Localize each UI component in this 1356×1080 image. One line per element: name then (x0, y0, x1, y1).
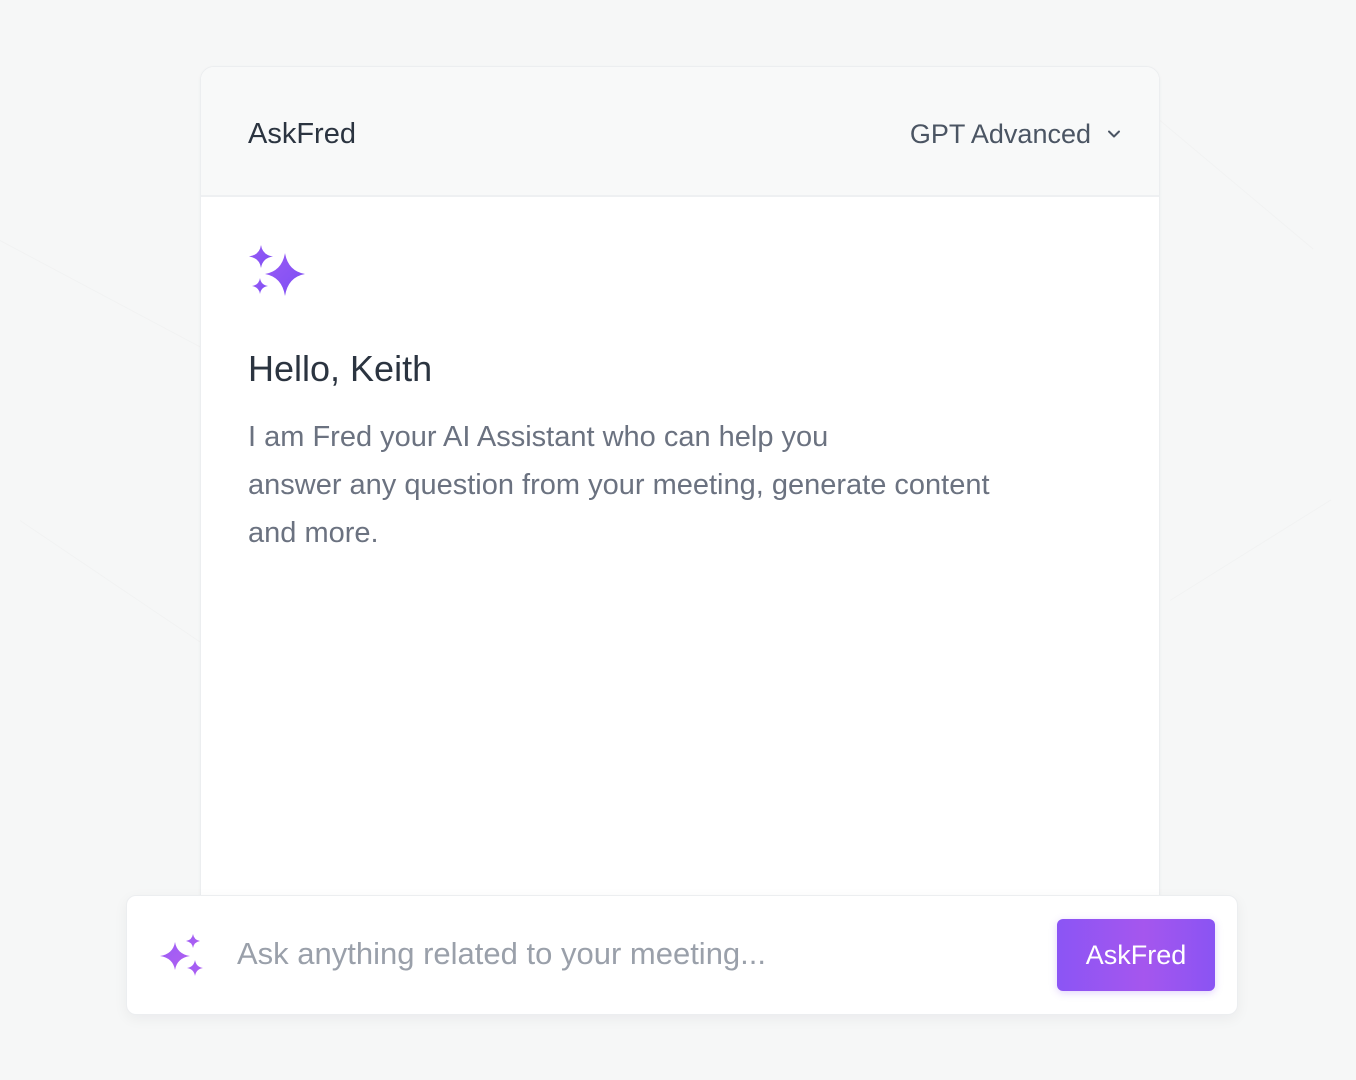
intro-text: I am Fred your AI Assistant who can help… (248, 413, 1118, 557)
model-selector-label: GPT Advanced (909, 119, 1091, 149)
card-header: AskFred GPT Advanced (201, 67, 1159, 197)
intro-line: answer any question from your meeting, g… (248, 469, 990, 501)
welcome-section: Hello, Keith I am Fred your AI Assistant… (248, 245, 1119, 557)
intro-line: and more. (248, 517, 379, 549)
intro-line: I am Fred your AI Assistant who can help… (248, 421, 829, 453)
greeting-heading: Hello, Keith (248, 348, 433, 389)
background-line (1160, 120, 1314, 249)
sparkles-icon (249, 245, 305, 296)
model-selector[interactable]: GPT Advanced (910, 117, 1121, 151)
ask-input[interactable] (237, 932, 1037, 976)
assistant-card: AskFred GPT Advanced Hello, Keith I am F… (200, 66, 1160, 918)
app-title: AskFred (248, 118, 356, 150)
ask-bar: AskFred (126, 895, 1238, 1015)
askfred-button[interactable]: AskFred (1057, 919, 1215, 991)
background-line (1170, 499, 1332, 601)
chevron-down-icon (1108, 130, 1120, 138)
sparkles-icon (160, 934, 203, 976)
